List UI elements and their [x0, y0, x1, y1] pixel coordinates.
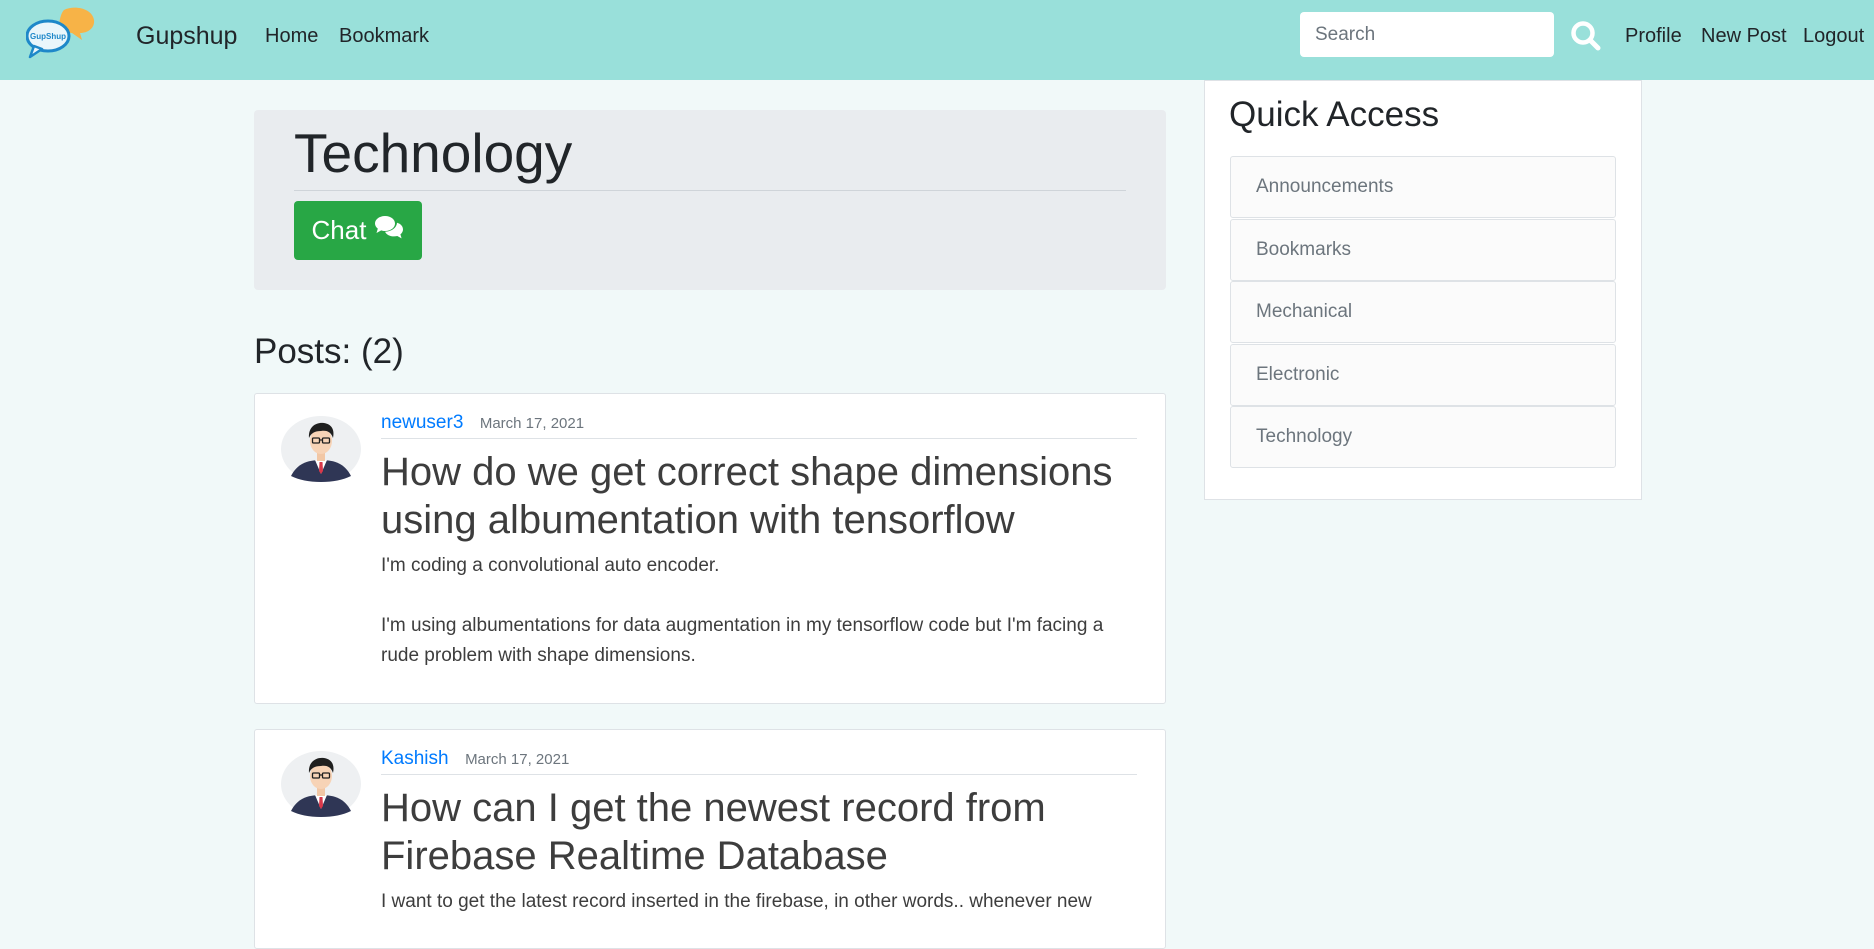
- post-title-link[interactable]: How can I get the newest record from Fir…: [381, 784, 1141, 880]
- chat-button-label: Chat: [311, 215, 367, 245]
- search-icon[interactable]: [1570, 20, 1602, 52]
- post-author-link[interactable]: newuser3: [381, 412, 463, 433]
- chat-button[interactable]: Chat: [294, 201, 422, 260]
- category-title: Technology: [294, 122, 573, 184]
- post-date: March 17, 2021: [465, 751, 570, 768]
- avatar[interactable]: [281, 751, 361, 817]
- nav-new-post-link[interactable]: New Post: [1701, 25, 1787, 48]
- nav-home-link[interactable]: Home: [265, 25, 318, 48]
- post-meta: Kashish March 17, 2021: [381, 748, 1137, 775]
- post-title-link[interactable]: How do we get correct shape dimensions u…: [381, 448, 1141, 544]
- category-header: Technology Chat: [254, 110, 1166, 290]
- svg-text:GupShup: GupShup: [30, 32, 66, 41]
- avatar[interactable]: [281, 416, 361, 482]
- post-body-paragraph: I'm coding a convolutional auto encoder.: [381, 555, 720, 576]
- quick-access-bookmarks[interactable]: Bookmarks: [1230, 219, 1616, 281]
- post-card: newuser3 March 17, 2021 How do we get co…: [254, 393, 1166, 704]
- nav-logout-link[interactable]: Logout: [1803, 25, 1864, 48]
- search-input[interactable]: [1300, 12, 1554, 57]
- post-body: I'm coding a convolutional auto encoder.…: [381, 551, 1141, 671]
- comments-icon: [374, 214, 404, 247]
- quick-access-technology[interactable]: Technology: [1230, 406, 1616, 468]
- quick-access-panel: Quick Access Announcements Bookmarks Mec…: [1204, 80, 1642, 500]
- brand-name[interactable]: Gupshup: [136, 22, 237, 51]
- post-meta: newuser3 March 17, 2021: [381, 412, 1137, 439]
- post-card: Kashish March 17, 2021 How can I get the…: [254, 729, 1166, 949]
- navbar: GupShup Gupshup Home Bookmark Profile Ne…: [0, 0, 1874, 80]
- post-body-paragraph: I want to get the latest record inserted…: [381, 891, 1092, 912]
- post-body: I want to get the latest record inserted…: [381, 887, 1141, 917]
- nav-bookmark-link[interactable]: Bookmark: [339, 25, 429, 48]
- post-body-paragraph: I'm using albumentations for data augmen…: [381, 615, 1104, 666]
- quick-access-title: Quick Access: [1229, 95, 1440, 134]
- gupshup-logo[interactable]: GupShup: [25, 6, 98, 60]
- quick-access-electronic[interactable]: Electronic: [1230, 344, 1616, 406]
- divider: [294, 190, 1126, 191]
- post-author-link[interactable]: Kashish: [381, 748, 449, 769]
- post-date: March 17, 2021: [479, 415, 585, 432]
- quick-access-announcements[interactable]: Announcements: [1230, 156, 1616, 218]
- quick-access-mechanical[interactable]: Mechanical: [1230, 281, 1616, 343]
- posts-count-heading: Posts: (2): [254, 332, 404, 371]
- nav-profile-link[interactable]: Profile: [1625, 25, 1682, 48]
